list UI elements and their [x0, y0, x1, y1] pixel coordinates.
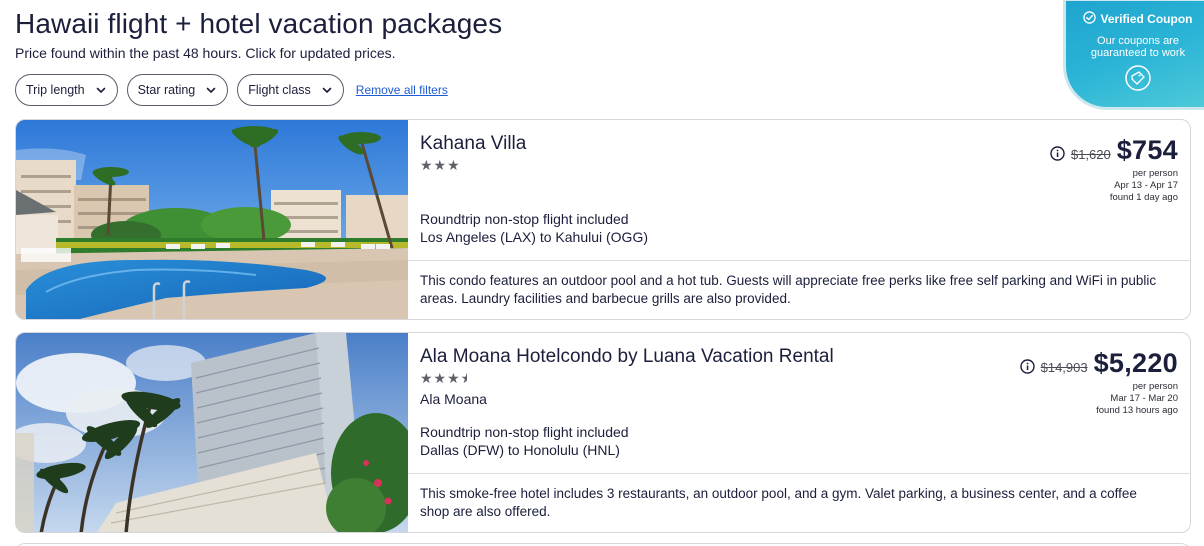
listing-card[interactable]: Ala Moana Hotelcondo by Luana Vacation R…	[15, 332, 1191, 533]
original-price: $14,903	[1040, 360, 1088, 375]
coupon-ticket-icon	[1125, 65, 1151, 91]
info-icon[interactable]	[1050, 146, 1065, 161]
sale-price: $5,220	[1093, 348, 1178, 378]
listing-body: Kahana Villa ★★★ Roundtrip non-stop flig…	[408, 120, 1190, 319]
filter-bar: Trip length Star rating Flight class Rem…	[15, 74, 448, 106]
remove-all-filters-link[interactable]: Remove all filters	[356, 83, 448, 97]
flight-class-label: Flight class	[248, 83, 311, 97]
check-circle-icon	[1083, 11, 1097, 27]
hotel-name[interactable]: Kahana Villa	[420, 133, 526, 155]
star-rating: ★★★	[420, 157, 461, 173]
star-rating: ★★★★	[420, 370, 467, 386]
hotel-photo[interactable]	[16, 333, 408, 532]
price-block[interactable]: $14,903 $5,220 per person Mar 17 - Mar 2…	[1019, 348, 1178, 417]
coupon-line-1: Our coupons are	[1097, 35, 1179, 47]
trip-length-filter[interactable]: Trip length	[15, 74, 118, 106]
hotel-description: This smoke-free hotel includes 3 restaur…	[420, 486, 1137, 519]
found-time: found 13 hours ago	[1096, 405, 1178, 416]
trip-length-label: Trip length	[26, 83, 85, 97]
chevron-down-icon	[205, 84, 217, 96]
chevron-down-icon	[321, 84, 333, 96]
info-icon[interactable]	[1019, 359, 1035, 374]
found-time: found 1 day ago	[1109, 192, 1178, 203]
flight-included-text: Roundtrip non-stop flight included	[420, 211, 629, 227]
divider	[408, 260, 1190, 261]
hotel-name[interactable]: Ala Moana Hotelcondo by Luana Vacation R…	[420, 346, 834, 368]
original-price: $1,620	[1070, 147, 1111, 162]
flight-route-text: Los Angeles (LAX) to Kahului (OGG)	[420, 229, 648, 245]
coupon-line-2: guaranteed to work	[1090, 47, 1186, 59]
flight-route-text: Dallas (DFW) to Honolulu (HNL)	[420, 442, 620, 458]
divider	[408, 473, 1190, 474]
hotel-description: This condo features an outdoor pool and …	[420, 273, 1157, 306]
coupon-title: Verified Coupon	[1100, 12, 1193, 26]
hotel-photo[interactable]	[16, 120, 408, 319]
star-rating-filter[interactable]: Star rating	[126, 74, 229, 106]
flight-class-filter[interactable]: Flight class	[237, 74, 344, 106]
per-person-label: per person	[1132, 381, 1178, 392]
hotel-location: Ala Moana	[420, 391, 487, 407]
verified-coupon-badge[interactable]: Verified Coupon Our coupons are guarante…	[1063, 0, 1204, 110]
price-block[interactable]: $1,620 $754 per person Apr 13 - Apr 17 f…	[1050, 135, 1178, 204]
listing-body: Ala Moana Hotelcondo by Luana Vacation R…	[408, 333, 1190, 532]
page-title: Hawaii flight + hotel vacation packages	[15, 8, 503, 39]
trip-dates: Mar 17 - Mar 20	[1110, 393, 1178, 404]
sale-price: $754	[1116, 135, 1178, 165]
star-rating-label: Star rating	[137, 83, 196, 97]
listing-card[interactable]: Kahana Villa ★★★ Roundtrip non-stop flig…	[15, 119, 1191, 320]
page-subtitle: Price found within the past 48 hours. Cl…	[15, 45, 396, 61]
chevron-down-icon	[95, 84, 107, 96]
per-person-label: per person	[1132, 168, 1178, 179]
flight-included-text: Roundtrip non-stop flight included	[420, 424, 629, 440]
trip-dates: Apr 13 - Apr 17	[1114, 180, 1178, 191]
